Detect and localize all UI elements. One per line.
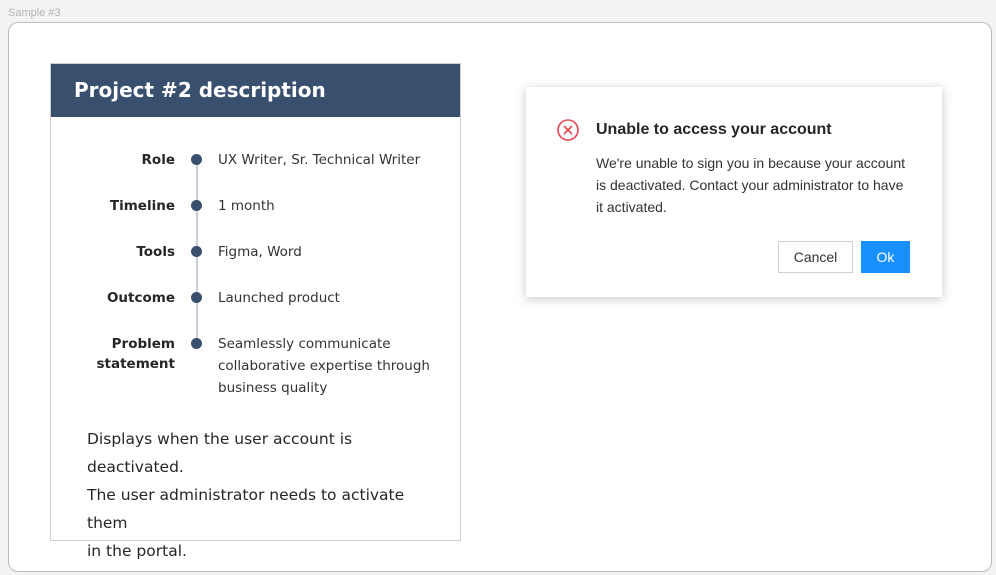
timeline-dot	[191, 154, 202, 165]
detail-label: Timeline	[109, 198, 175, 214]
description-line: The user administrator needs to activate…	[87, 486, 405, 532]
detail-value: Launched product	[218, 290, 340, 306]
dialog-title: Unable to access your account	[596, 121, 832, 138]
detail-value-line: collaborative expertise through	[218, 358, 430, 374]
sample-frame: Project #2 description Role UX Writer, S…	[8, 22, 992, 572]
sample-label: Sample #3	[8, 7, 61, 19]
detail-value: 1 month	[218, 198, 275, 214]
project-details: Role UX Writer, Sr. Technical Writer Tim…	[51, 117, 460, 417]
timeline-dot	[191, 246, 202, 257]
project-description-card: Project #2 description Role UX Writer, S…	[50, 63, 461, 560]
timeline-dot	[191, 338, 202, 349]
timeline-dot	[191, 200, 202, 211]
detail-value-line: business quality	[218, 380, 328, 396]
cancel-button[interactable]: Cancel	[778, 241, 853, 273]
timeline-dot	[191, 292, 202, 303]
error-dialog: Unable to access your account We're unab…	[526, 87, 942, 297]
description-line: in the portal.	[87, 542, 187, 560]
detail-value: UX Writer, Sr. Technical Writer	[218, 152, 421, 168]
detail-label: Outcome	[106, 290, 175, 306]
error-circle-icon	[557, 119, 579, 141]
detail-label-line: statement	[96, 356, 176, 372]
card-title: Project #2 description	[51, 64, 460, 117]
detail-value: Figma, Word	[218, 244, 302, 260]
dialog-message-line: We're unable to sign you in because your…	[596, 155, 906, 171]
dialog-message: We're unable to sign you in because your…	[596, 152, 916, 218]
card-description: Displays when the user account is deacti…	[87, 425, 437, 565]
detail-label: Role	[141, 152, 175, 168]
dialog-message-line: it activated.	[596, 199, 667, 215]
dialog-message-line: is deactivated. Contact your administrat…	[596, 177, 904, 193]
detail-label: Problem statement	[65, 334, 176, 374]
detail-value: Seamlessly communicate collaborative exp…	[218, 333, 433, 399]
detail-label: Tools	[136, 244, 175, 260]
ok-button[interactable]: Ok	[861, 241, 910, 273]
description-line: Displays when the user account is deacti…	[87, 430, 353, 476]
detail-label-line: Problem	[111, 336, 175, 352]
detail-value-line: Seamlessly communicate	[218, 336, 391, 352]
